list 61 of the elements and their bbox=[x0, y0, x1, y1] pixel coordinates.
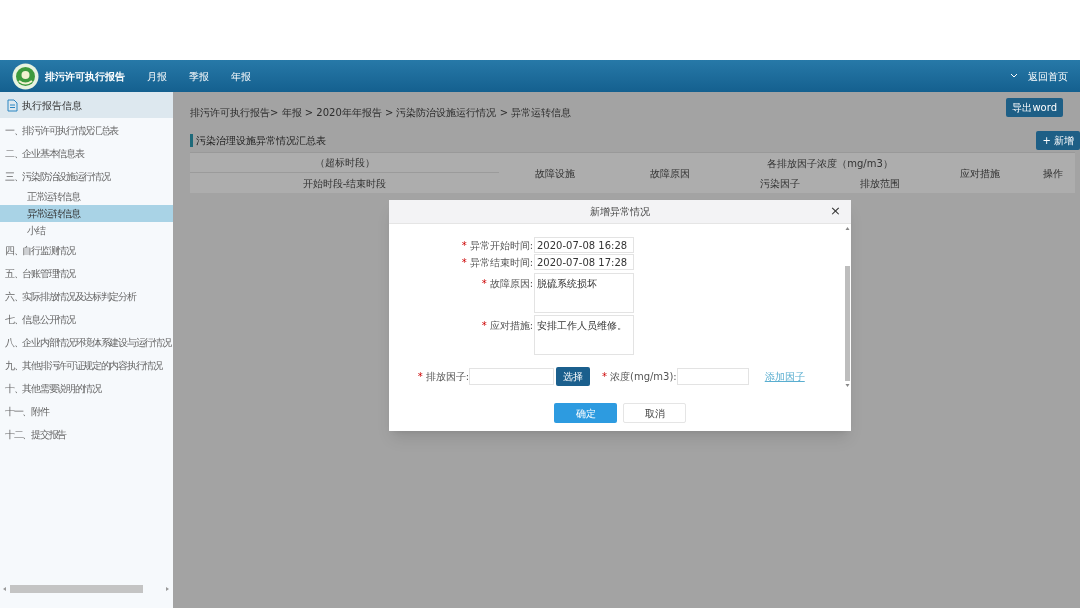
confirm-button[interactable]: 确定 bbox=[554, 403, 617, 423]
required-asterisk: * bbox=[481, 319, 487, 333]
sidebar-item[interactable]: 异常运转信息 bbox=[0, 205, 173, 222]
nav-tab[interactable]: 年报 bbox=[231, 68, 251, 84]
emblem-logo-icon bbox=[12, 62, 39, 90]
field-label: 浓度(mg/m3): bbox=[610, 370, 677, 384]
table-header-cell-text: 各排放因子浓度（mg/m3） bbox=[766, 156, 894, 171]
required-asterisk: * bbox=[417, 370, 423, 384]
field-label: 排放因子: bbox=[425, 370, 469, 384]
sidebar-item[interactable]: 十、其他需要说明的情况 bbox=[0, 377, 173, 400]
textarea-field[interactable]: 脱硫系统损坏 bbox=[534, 273, 634, 313]
sidebar-item[interactable]: 一、排污许可执行情况汇总表 bbox=[0, 119, 173, 142]
sidebar-item[interactable]: 正常运转信息 bbox=[0, 188, 173, 205]
dialog-title: 新增异常情况 bbox=[590, 205, 650, 219]
close-button[interactable]: × bbox=[830, 203, 841, 219]
input-field[interactable] bbox=[676, 368, 749, 385]
breadcrumb: 排污许可执行报告> 年报 > 2020年年报告 > 污染防治设施运行情况 > 异常运转信息 bbox=[190, 106, 572, 120]
select-button[interactable]: 选择 bbox=[556, 367, 590, 386]
table-header-cell-text: 排放范围 bbox=[859, 176, 901, 191]
vertical-scrollbar[interactable] bbox=[844, 224, 851, 388]
home-link[interactable]: 返回首页 bbox=[1028, 68, 1068, 84]
sidebar-item[interactable]: 三、污染防治设施运行情况 bbox=[0, 165, 173, 188]
app-title: 排污许可执行报告 bbox=[45, 69, 125, 84]
required-asterisk: * bbox=[461, 238, 467, 253]
section-title: 污染治理设施异常情况汇总表 bbox=[196, 134, 326, 148]
table-header-cell-text: 故障原因 bbox=[649, 166, 691, 181]
sidebar-item[interactable]: 九、其他排污许可证规定的内容执行情况 bbox=[0, 354, 173, 377]
sidebar-item[interactable]: 四、自行监测情况 bbox=[0, 239, 173, 262]
sidebar-item[interactable]: 小结 bbox=[0, 222, 173, 239]
textarea-field[interactable]: 安排工作人员维修。 bbox=[534, 315, 634, 355]
sidebar-item[interactable]: 八、企业内部情况环境体系建设与运行情况 bbox=[0, 331, 173, 354]
field-label: 故障原因: bbox=[489, 277, 533, 291]
chevron-down-icon[interactable] bbox=[1010, 73, 1018, 79]
table-header-cell-text: 操作 bbox=[1041, 166, 1064, 181]
export-word-button[interactable]: 导出word bbox=[1006, 98, 1063, 117]
input-field[interactable] bbox=[469, 368, 554, 385]
input-field[interactable]: 2020-07-08 17:28 bbox=[534, 254, 634, 270]
document-icon bbox=[7, 98, 18, 112]
nav-tab[interactable]: 季报 bbox=[189, 68, 209, 84]
required-asterisk: * bbox=[461, 255, 467, 270]
table-header-cell-text: 开始时段-结束时段 bbox=[301, 176, 388, 191]
sidebar-item[interactable]: 六、实际排放情况及达标判定分析 bbox=[0, 285, 173, 308]
sidebar-item[interactable]: 十二、提交报告 bbox=[0, 423, 173, 446]
table-header-cell: （超标时段） bbox=[190, 153, 499, 173]
table-header-cell-text: 污染因子 bbox=[759, 176, 801, 191]
field-label: 应对措施: bbox=[489, 319, 533, 333]
sidebar-item[interactable]: 五、台账管理情况 bbox=[0, 262, 173, 285]
input-field[interactable]: 2020-07-08 16:28 bbox=[534, 237, 634, 253]
required-asterisk: * bbox=[481, 277, 487, 291]
sidebar-item[interactable]: 七、信息公开情况 bbox=[0, 308, 173, 331]
sidebar-item[interactable]: 二、企业基本信息表 bbox=[0, 142, 173, 165]
sidebar-item[interactable]: 十一、附件 bbox=[0, 400, 173, 423]
required-asterisk: * bbox=[602, 370, 607, 384]
cancel-button[interactable]: 取消 bbox=[623, 403, 686, 423]
field-label: 异常结束时间: bbox=[469, 255, 533, 270]
table-header-cell-text: 故障设施 bbox=[533, 166, 576, 181]
nav-tab[interactable]: 月报 bbox=[147, 68, 167, 84]
sidebar-title: 执行报告信息 bbox=[22, 98, 82, 113]
table-header-cell-text: 应对措施 bbox=[959, 166, 1001, 181]
add-button[interactable]: + 新增 bbox=[1036, 131, 1080, 150]
field-label: 异常开始时间: bbox=[469, 238, 533, 253]
